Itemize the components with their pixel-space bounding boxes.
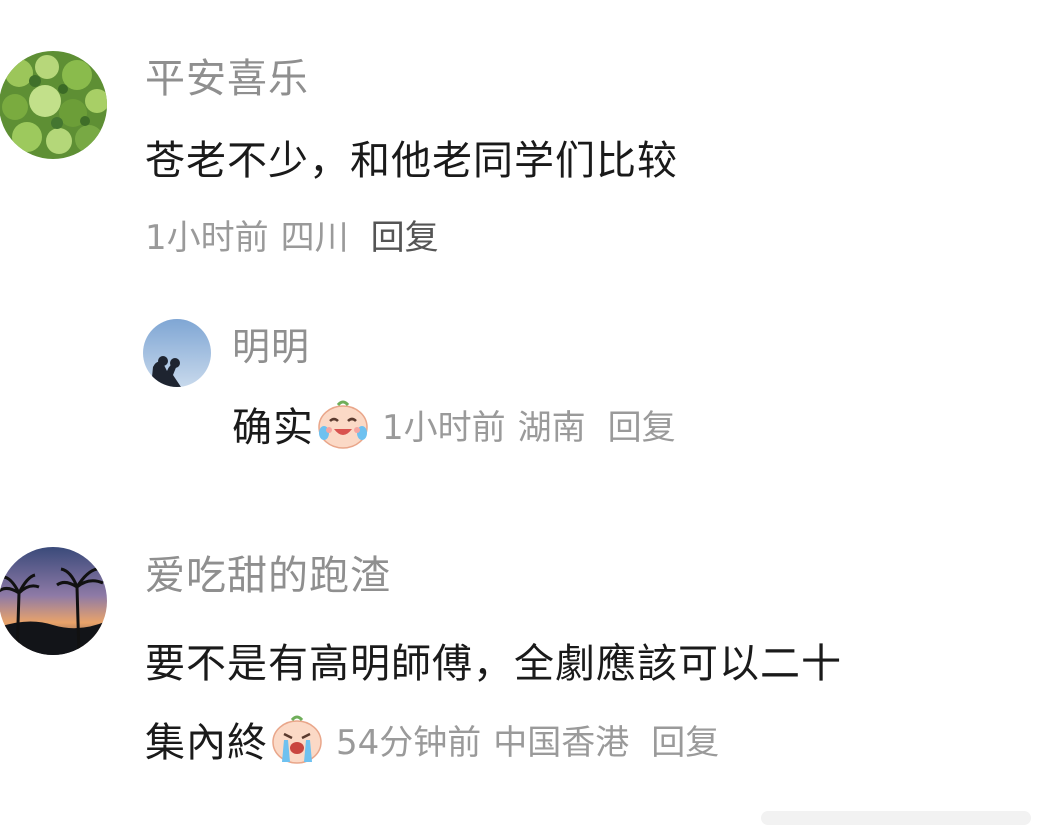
comment-last-line: 集內終 54分钟前 中国香港 回复 [145,710,719,768]
comment-text-line2: 集內終 [145,720,268,766]
avatar-sunset-palms[interactable] [0,547,107,655]
reply-button[interactable]: 回复 [608,400,676,449]
comment-time: 54分钟前 [336,722,482,763]
comment-location: 四川 [280,218,349,258]
avatar-clover[interactable] [0,51,107,159]
reply-username[interactable]: 明明 [232,323,310,371]
reply-row: 确实 1小时前 湖南 回复 [232,396,676,452]
comment-time: 1小时前 [145,218,269,258]
avatar-silhouette[interactable] [143,319,211,387]
watermark [761,803,1031,833]
reply-button[interactable]: 回复 [651,715,719,764]
username[interactable]: 爱吃甜的跑渣 [145,552,391,600]
reply-text: 确实 [232,405,314,451]
laugh-cry-emoji [316,397,370,451]
comment-meta: 1小时前 四川 回复 [145,218,439,258]
reply-button[interactable]: 回复 [371,218,439,258]
crying-emoji [270,712,324,766]
reply-location: 湖南 [517,407,586,448]
comment-text: 苍老不少，和他老同学们比较 [145,138,678,184]
username[interactable]: 平安喜乐 [145,55,309,103]
reply-time: 1小时前 [382,407,506,448]
comment-location: 中国香港 [493,722,630,763]
comment-text-line1: 要不是有高明師傅，全劇應該可以二十 [145,641,842,687]
